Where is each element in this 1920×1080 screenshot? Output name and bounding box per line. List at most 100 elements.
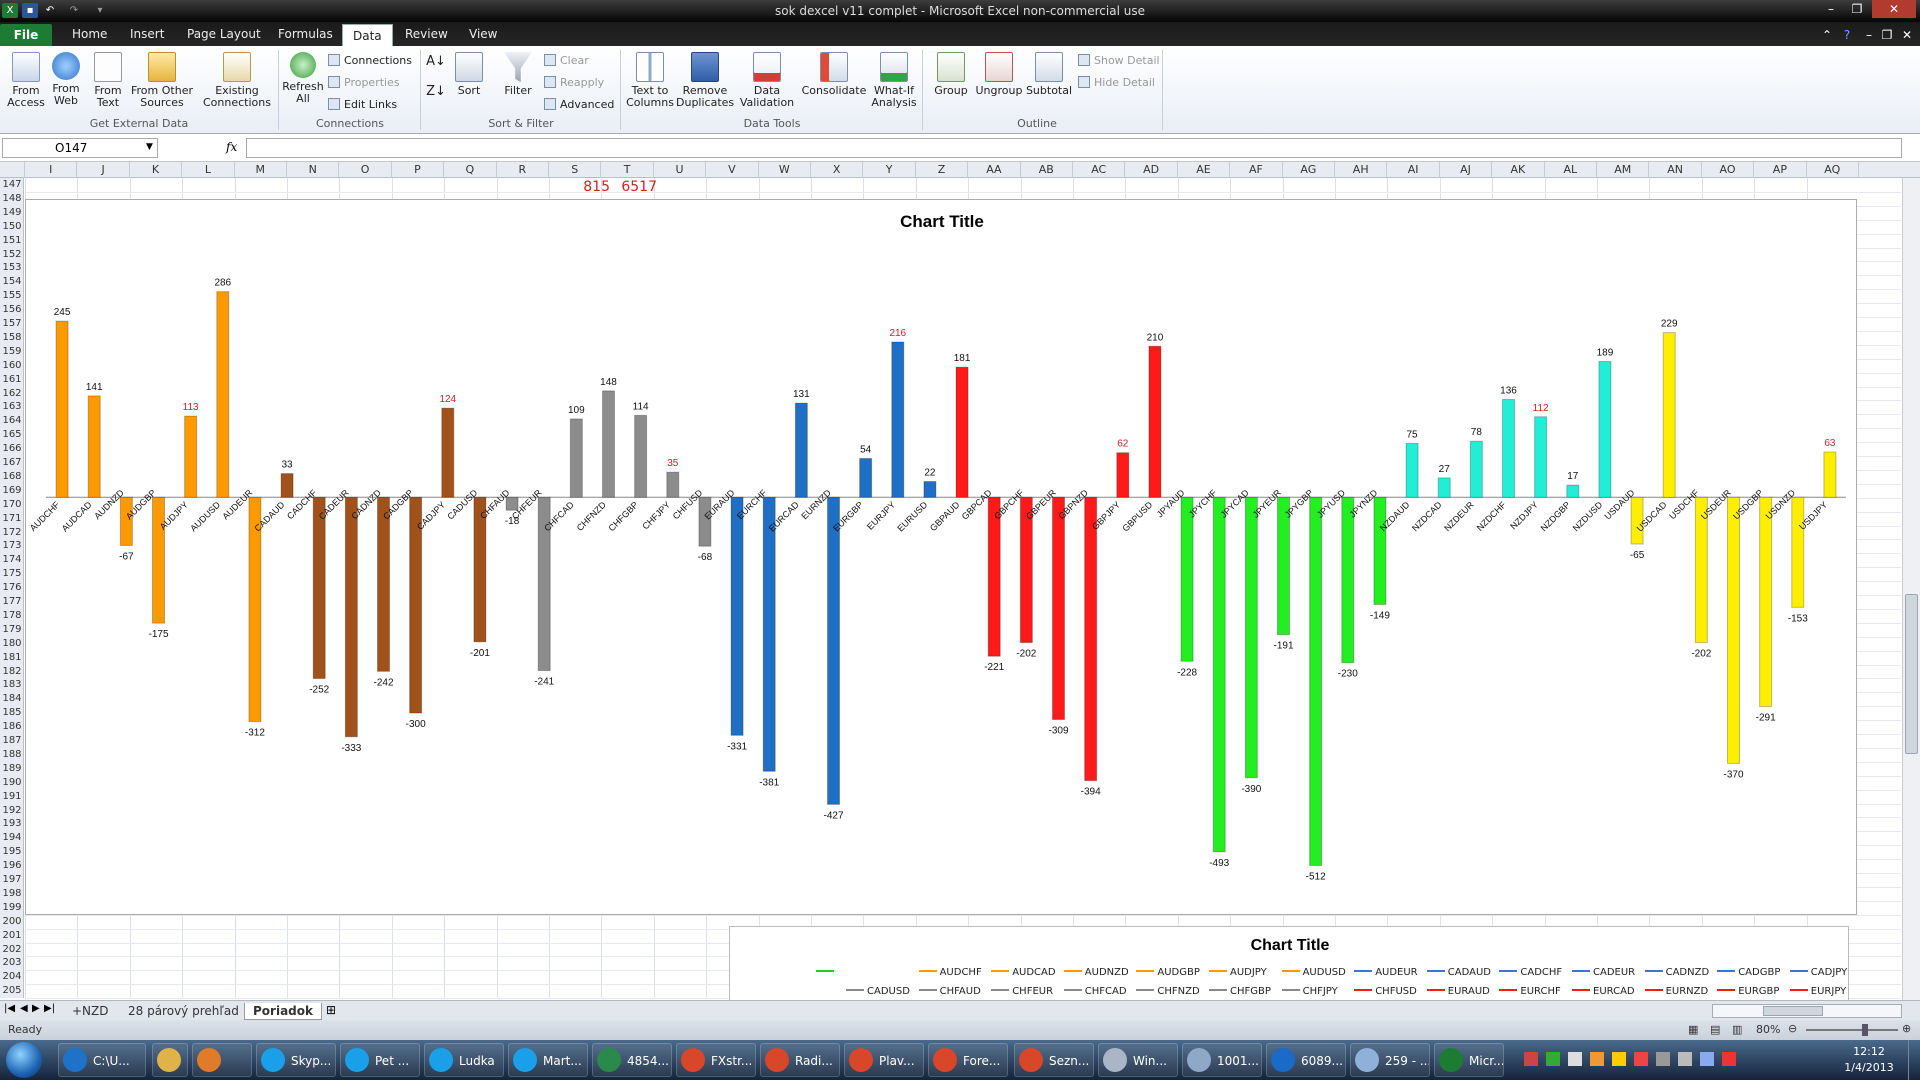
column-header-cell[interactable]: W [759, 162, 811, 178]
tray-icon-3[interactable] [1568, 1052, 1582, 1066]
bar-nzdchf[interactable] [1502, 399, 1515, 498]
row-header-cell[interactable]: 149 [0, 207, 24, 219]
clear-button[interactable]: Clear [544, 52, 589, 70]
group-button[interactable]: Group [928, 52, 974, 97]
bar-eurgbp[interactable] [859, 457, 873, 498]
row-header-cell[interactable]: 157 [0, 318, 24, 330]
bar-eurnzd[interactable] [827, 496, 840, 805]
row-header-cell[interactable]: 181 [0, 652, 24, 664]
taskbar-item[interactable]: 1001... [1182, 1043, 1262, 1077]
sheet-tab-poriadok[interactable]: Poriadok [244, 1003, 322, 1020]
tray-alert-icon[interactable] [1722, 1052, 1736, 1066]
bar-cadeur[interactable] [344, 496, 358, 738]
column-header-cell[interactable]: S [549, 162, 602, 178]
restore-button[interactable]: ❐ [1844, 0, 1870, 18]
page-layout-view-icon[interactable]: ▤ [1710, 1023, 1720, 1036]
taskbar-item[interactable] [152, 1043, 188, 1077]
bar-eurusd[interactable] [923, 480, 937, 498]
from-access-button[interactable]: From Access [6, 52, 46, 109]
bar-audgbp[interactable] [152, 496, 165, 624]
workbook-close-button[interactable]: ✕ [1894, 26, 1920, 44]
zoom-slider[interactable] [1806, 1024, 1898, 1036]
function-icon[interactable]: fx [226, 140, 237, 154]
row-header-cell[interactable]: 172 [0, 527, 24, 539]
next-sheet-icon[interactable]: ▶ [32, 1003, 40, 1014]
row-header-cell[interactable]: 192 [0, 805, 24, 817]
column-header-cell[interactable]: Q [444, 162, 497, 178]
row-header-cell[interactable]: 176 [0, 582, 24, 594]
insert-sheet-icon[interactable]: ⊞ [326, 1003, 336, 1017]
connections-button[interactable]: Connections [328, 52, 412, 70]
bar-cadaud[interactable] [280, 473, 294, 498]
column-header-cell[interactable]: T [601, 162, 654, 178]
bar-jpygbp[interactable] [1309, 496, 1323, 866]
column-header-cell[interactable]: R [497, 162, 549, 178]
bar-nzdusd[interactable] [1598, 360, 1612, 498]
formula-input[interactable] [246, 138, 1902, 158]
bar-eurcad[interactable] [794, 402, 808, 498]
column-header-cell[interactable]: Z [916, 162, 969, 178]
from-text-button[interactable]: From Text [90, 52, 126, 109]
row-header-cell[interactable]: 194 [0, 832, 24, 844]
row-header-cell[interactable]: 187 [0, 735, 24, 747]
zoom-in-icon[interactable]: ⊕ [1902, 1022, 1911, 1035]
bar-audusd[interactable] [216, 291, 230, 498]
row-header-cell[interactable]: 165 [0, 429, 24, 441]
tray-icon-7[interactable] [1656, 1052, 1670, 1066]
row-header-cell[interactable]: 180 [0, 638, 24, 650]
tab-page-layout[interactable]: Page Layout [187, 27, 261, 41]
row-header-cell[interactable]: 154 [0, 276, 24, 288]
row-header-cell[interactable]: 178 [0, 610, 24, 622]
sort-button[interactable]: Sort [452, 52, 486, 97]
bar-chfcad[interactable] [569, 418, 583, 498]
row-header-cell[interactable]: 202 [0, 944, 24, 956]
column-header-cell[interactable]: U [654, 162, 707, 178]
reapply-button[interactable]: Reapply [544, 74, 604, 92]
text-to-columns-button[interactable]: Text to Columns [624, 52, 676, 109]
row-header-cell[interactable]: 155 [0, 290, 24, 302]
sheet-tab-prehlad[interactable]: 28 párový prehľad [120, 1003, 247, 1020]
zoom-out-icon[interactable]: ⊖ [1788, 1022, 1797, 1035]
name-box-dropdown-icon[interactable]: ▼ [146, 142, 153, 152]
network-icon[interactable] [1700, 1052, 1714, 1066]
tab-data[interactable]: Data [342, 24, 393, 46]
column-header-cell[interactable]: P [392, 162, 445, 178]
bar-usdjpy[interactable] [1823, 451, 1837, 498]
select-all-corner[interactable] [0, 162, 25, 178]
bar-audjpy[interactable] [184, 415, 198, 498]
bar-usdnzd[interactable] [1791, 496, 1805, 608]
row-header-cell[interactable]: 182 [0, 666, 24, 678]
row-header-cell[interactable]: 173 [0, 540, 24, 552]
line-chart[interactable]: Chart Title AUDCHF AUDCAD AUDNZD AUDGBP AUDJ… [729, 926, 1849, 1006]
tray-icon-6[interactable] [1634, 1052, 1648, 1066]
remove-duplicates-button[interactable]: Remove Duplicates [676, 52, 734, 109]
cell-s147[interactable]: 6517 [621, 179, 657, 195]
horizontal-scroll-thumb[interactable] [1763, 1006, 1823, 1016]
edit-links-button[interactable]: Edit Links [328, 96, 397, 114]
bar-chart[interactable]: Chart Title 245 AUDCHF 141 AUDCAD -67 AUDNZD -… [25, 199, 1857, 915]
row-header-cell[interactable]: 166 [0, 443, 24, 455]
subtotal-button[interactable]: Subtotal [1024, 52, 1074, 97]
tray-icon-5[interactable] [1612, 1052, 1626, 1066]
row-header-cell[interactable]: 156 [0, 304, 24, 316]
tab-formulas[interactable]: Formulas [278, 27, 333, 41]
volume-icon[interactable] [1678, 1052, 1692, 1066]
column-header-cell[interactable]: J [77, 162, 130, 178]
start-button[interactable] [6, 1042, 42, 1078]
bar-nzdgbp[interactable] [1566, 484, 1580, 498]
page-break-view-icon[interactable]: ▥ [1732, 1023, 1742, 1036]
taskbar-item[interactable]: Sezn... [1014, 1043, 1094, 1077]
tab-home[interactable]: Home [72, 27, 107, 41]
column-header-cell[interactable]: AN [1649, 162, 1702, 178]
row-header-cell[interactable]: 201 [0, 930, 24, 942]
taskbar-item[interactable]: Ludka [424, 1043, 504, 1077]
row-header-cell[interactable]: 200 [0, 916, 24, 928]
row-header-cell[interactable]: 160 [0, 360, 24, 372]
zoom-slider-handle[interactable] [1862, 1024, 1868, 1036]
row-header-cell[interactable]: 158 [0, 332, 24, 344]
column-header-cell[interactable]: V [706, 162, 759, 178]
bar-usdeur[interactable] [1727, 496, 1740, 764]
row-header-cell[interactable]: 185 [0, 707, 24, 719]
row-header-cell[interactable]: 163 [0, 401, 24, 413]
column-header-cell[interactable]: AI [1387, 162, 1440, 178]
